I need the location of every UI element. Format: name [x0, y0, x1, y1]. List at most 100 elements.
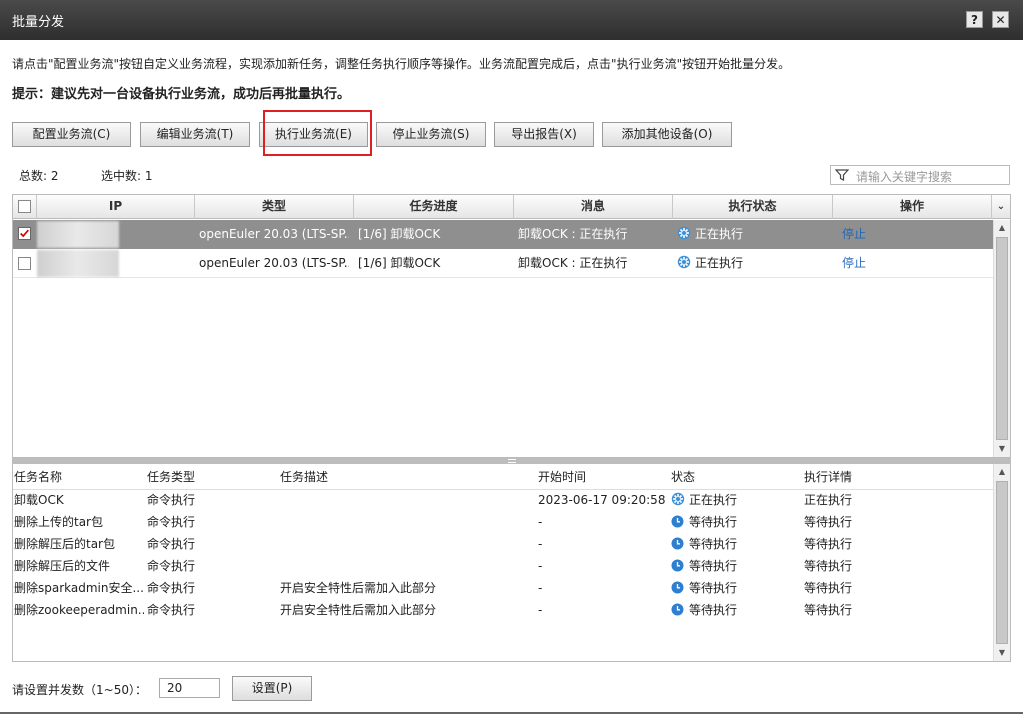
list-item[interactable]: 卸载OCK 命令执行 2023-06-17 09:20:58 正在执行 正在执行 [13, 489, 993, 511]
search-input[interactable]: 请输入关键字搜索 [856, 168, 952, 185]
column-task-name[interactable]: 任务名称 [14, 466, 144, 488]
edit-workflow-button[interactable]: 编辑业务流(T) [140, 122, 250, 147]
stop-workflow-button[interactable]: 停止业务流(S) [376, 122, 486, 147]
task-type: 命令执行 [147, 493, 196, 507]
clock-icon [671, 581, 684, 594]
title-bar: 批量分发 ? ✕ [0, 0, 1023, 40]
scroll-down-icon[interactable]: ▼ [994, 441, 1010, 457]
task-name: 删除zookeeperadmin... [14, 603, 144, 617]
row-checkbox[interactable] [18, 257, 31, 270]
row-stop-link[interactable]: 停止 [842, 220, 902, 249]
column-menu-icon[interactable]: ⌄ [992, 195, 1010, 219]
search-box[interactable]: 请输入关键字搜索 [830, 165, 1010, 185]
set-concurrency-button[interactable]: 设置(P) [232, 676, 312, 701]
column-action[interactable]: 操作 [833, 195, 992, 219]
gear-icon [677, 255, 691, 269]
task-desc [280, 533, 530, 555]
list-item[interactable]: 删除sparkadmin安全... 命令执行 开启安全特性后需加入此部分 - 等… [13, 577, 993, 599]
column-progress[interactable]: 任务进度 [354, 195, 514, 219]
task-type: 命令执行 [147, 515, 196, 529]
task-detail: 等待执行 [804, 603, 853, 617]
scroll-up-icon[interactable]: ▲ [994, 220, 1010, 236]
selected-count: 选中数: 1 [101, 169, 153, 183]
task-name: 删除解压后的tar包 [14, 537, 115, 551]
task-status-text: 等待执行 [689, 559, 738, 573]
splitter-grip-icon[interactable] [508, 459, 516, 463]
tip-text: 提示：建议先对一台设备执行业务流，成功后再批量执行。 [12, 87, 351, 102]
list-item[interactable]: 删除zookeeperadmin... 命令执行 开启安全特性后需加入此部分 -… [13, 599, 993, 621]
column-message[interactable]: 消息 [514, 195, 673, 219]
gear-icon [671, 492, 685, 506]
clock-icon [671, 515, 684, 528]
row-type: openEuler 20.03 (LTS-SP... [199, 227, 349, 241]
device-table: IP 类型 任务进度 消息 执行状态 操作 ⌄ openEuler 20.03 … [12, 194, 1011, 458]
row-status-text: 正在执行 [695, 256, 744, 270]
close-button[interactable]: ✕ [992, 11, 1009, 28]
task-name: 卸载OCK [14, 493, 64, 507]
window-title: 批量分发 [12, 15, 65, 30]
row-message: 卸载OCK : 正在执行 [518, 227, 628, 241]
row-message: 卸载OCK : 正在执行 [518, 256, 628, 270]
list-item[interactable]: 删除上传的tar包 命令执行 - 等待执行 等待执行 [13, 511, 993, 533]
task-desc: 开启安全特性后需加入此部分 [280, 603, 437, 617]
column-task-desc[interactable]: 任务描述 [280, 466, 530, 488]
column-start-time[interactable]: 开始时间 [538, 466, 668, 488]
device-table-scrollbar[interactable]: ▲ ▼ [993, 220, 1010, 457]
task-table-scrollbar[interactable]: ▲ ▼ [993, 464, 1010, 661]
clock-icon [671, 537, 684, 550]
export-report-button[interactable]: 导出报告(X) [494, 122, 594, 147]
select-all-checkbox[interactable] [18, 200, 31, 213]
list-item[interactable]: 删除解压后的文件 命令执行 - 等待执行 等待执行 [13, 555, 993, 577]
row-stop-link[interactable]: 停止 [842, 249, 902, 278]
help-button[interactable]: ? [966, 11, 983, 28]
table-row[interactable]: openEuler 20.03 (LTS-SP... [1/6] 卸载OCK 卸… [13, 220, 993, 249]
task-table-header: 任务名称 任务类型 任务描述 开始时间 状态 执行详情 [13, 464, 993, 490]
column-exec-status[interactable]: 执行状态 [673, 195, 833, 219]
task-status-text: 等待执行 [689, 515, 738, 529]
row-progress: [1/6] 卸载OCK [358, 227, 441, 241]
task-status-text: 正在执行 [689, 493, 738, 507]
column-task-status[interactable]: 状态 [671, 466, 801, 488]
scroll-thumb[interactable] [996, 237, 1008, 440]
description-text: 请点击"配置业务流"按钮自定义业务流程，实现添加新任务，调整任务执行顺序等操作。… [12, 57, 791, 71]
task-type: 命令执行 [147, 559, 196, 573]
concurrency-label: 请设置并发数（1~50）： [12, 683, 147, 697]
scroll-thumb[interactable] [996, 481, 1008, 644]
concurrency-input[interactable] [159, 678, 220, 698]
row-status-text: 正在执行 [695, 227, 744, 241]
task-desc: 开启安全特性后需加入此部分 [280, 581, 437, 595]
list-item[interactable]: 删除解压后的tar包 命令执行 - 等待执行 等待执行 [13, 533, 993, 555]
task-start: - [538, 515, 543, 529]
task-detail: 正在执行 [804, 493, 853, 507]
column-type[interactable]: 类型 [195, 195, 354, 219]
ip-cell-blurred [37, 221, 119, 248]
task-status: 等待执行 [671, 577, 801, 599]
total-count: 总数: 2 [19, 169, 59, 183]
row-type: openEuler 20.03 (LTS-SP... [199, 256, 349, 270]
gear-icon [677, 226, 691, 240]
task-desc [280, 511, 530, 533]
clock-icon [671, 603, 684, 616]
task-table: 任务名称 任务类型 任务描述 开始时间 状态 执行详情 卸载OCK 命令执行 2… [12, 464, 1011, 662]
task-status: 等待执行 [671, 599, 801, 621]
task-desc [280, 555, 530, 577]
add-device-button[interactable]: 添加其他设备(O) [602, 122, 732, 147]
task-name: 删除解压后的文件 [14, 559, 111, 573]
filter-icon [835, 169, 849, 181]
clock-icon [671, 559, 684, 572]
column-exec-detail[interactable]: 执行详情 [804, 466, 934, 488]
task-detail: 等待执行 [804, 537, 853, 551]
device-table-header: IP 类型 任务进度 消息 执行状态 操作 ⌄ [13, 195, 1010, 219]
task-start: - [538, 581, 543, 595]
row-status: 正在执行 [677, 220, 827, 249]
configure-workflow-button[interactable]: 配置业务流(C) [12, 122, 131, 147]
table-row[interactable]: openEuler 20.03 (LTS-SP... [1/6] 卸载OCK 卸… [13, 249, 993, 278]
task-status-text: 等待执行 [689, 581, 738, 595]
row-checkbox[interactable] [18, 227, 31, 240]
task-status: 等待执行 [671, 533, 801, 555]
scroll-down-icon[interactable]: ▼ [994, 645, 1010, 661]
column-ip[interactable]: IP [37, 195, 195, 219]
scroll-up-icon[interactable]: ▲ [994, 464, 1010, 480]
task-start: 2023-06-17 09:20:58 [538, 493, 666, 507]
column-task-type[interactable]: 任务类型 [147, 466, 277, 488]
